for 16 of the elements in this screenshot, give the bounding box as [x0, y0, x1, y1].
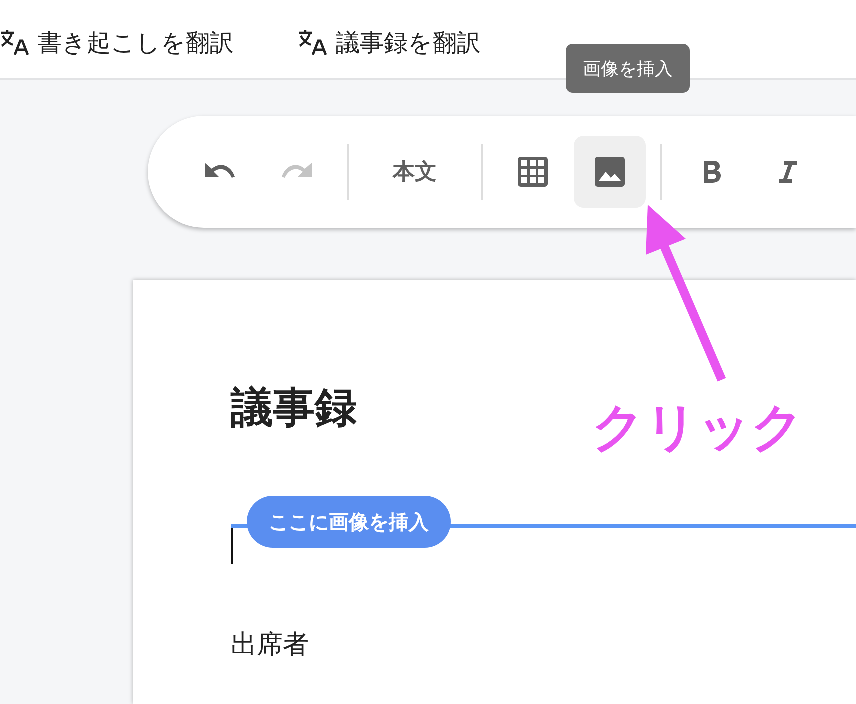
grid-icon	[516, 155, 550, 189]
bold-icon	[702, 160, 722, 184]
paragraph-text: 出席者	[231, 629, 309, 662]
image-icon	[595, 157, 625, 187]
insert-marker-label: ここに画像を挿入	[247, 496, 451, 548]
document-title: 議事録	[231, 382, 357, 434]
italic-icon	[779, 160, 799, 184]
translate-button[interactable]: 書き起こしを翻訳	[0, 27, 234, 59]
translate-icon	[0, 30, 30, 56]
image-button[interactable]	[574, 136, 646, 208]
text-cursor	[231, 528, 233, 564]
translate-button[interactable]: 議事録を翻訳	[298, 27, 481, 59]
translate-icon	[298, 30, 328, 56]
tooltip: 画像を挿入	[566, 44, 690, 93]
text-style-button[interactable]: 本文	[363, 136, 467, 208]
click-annotation: クリック	[592, 397, 804, 460]
